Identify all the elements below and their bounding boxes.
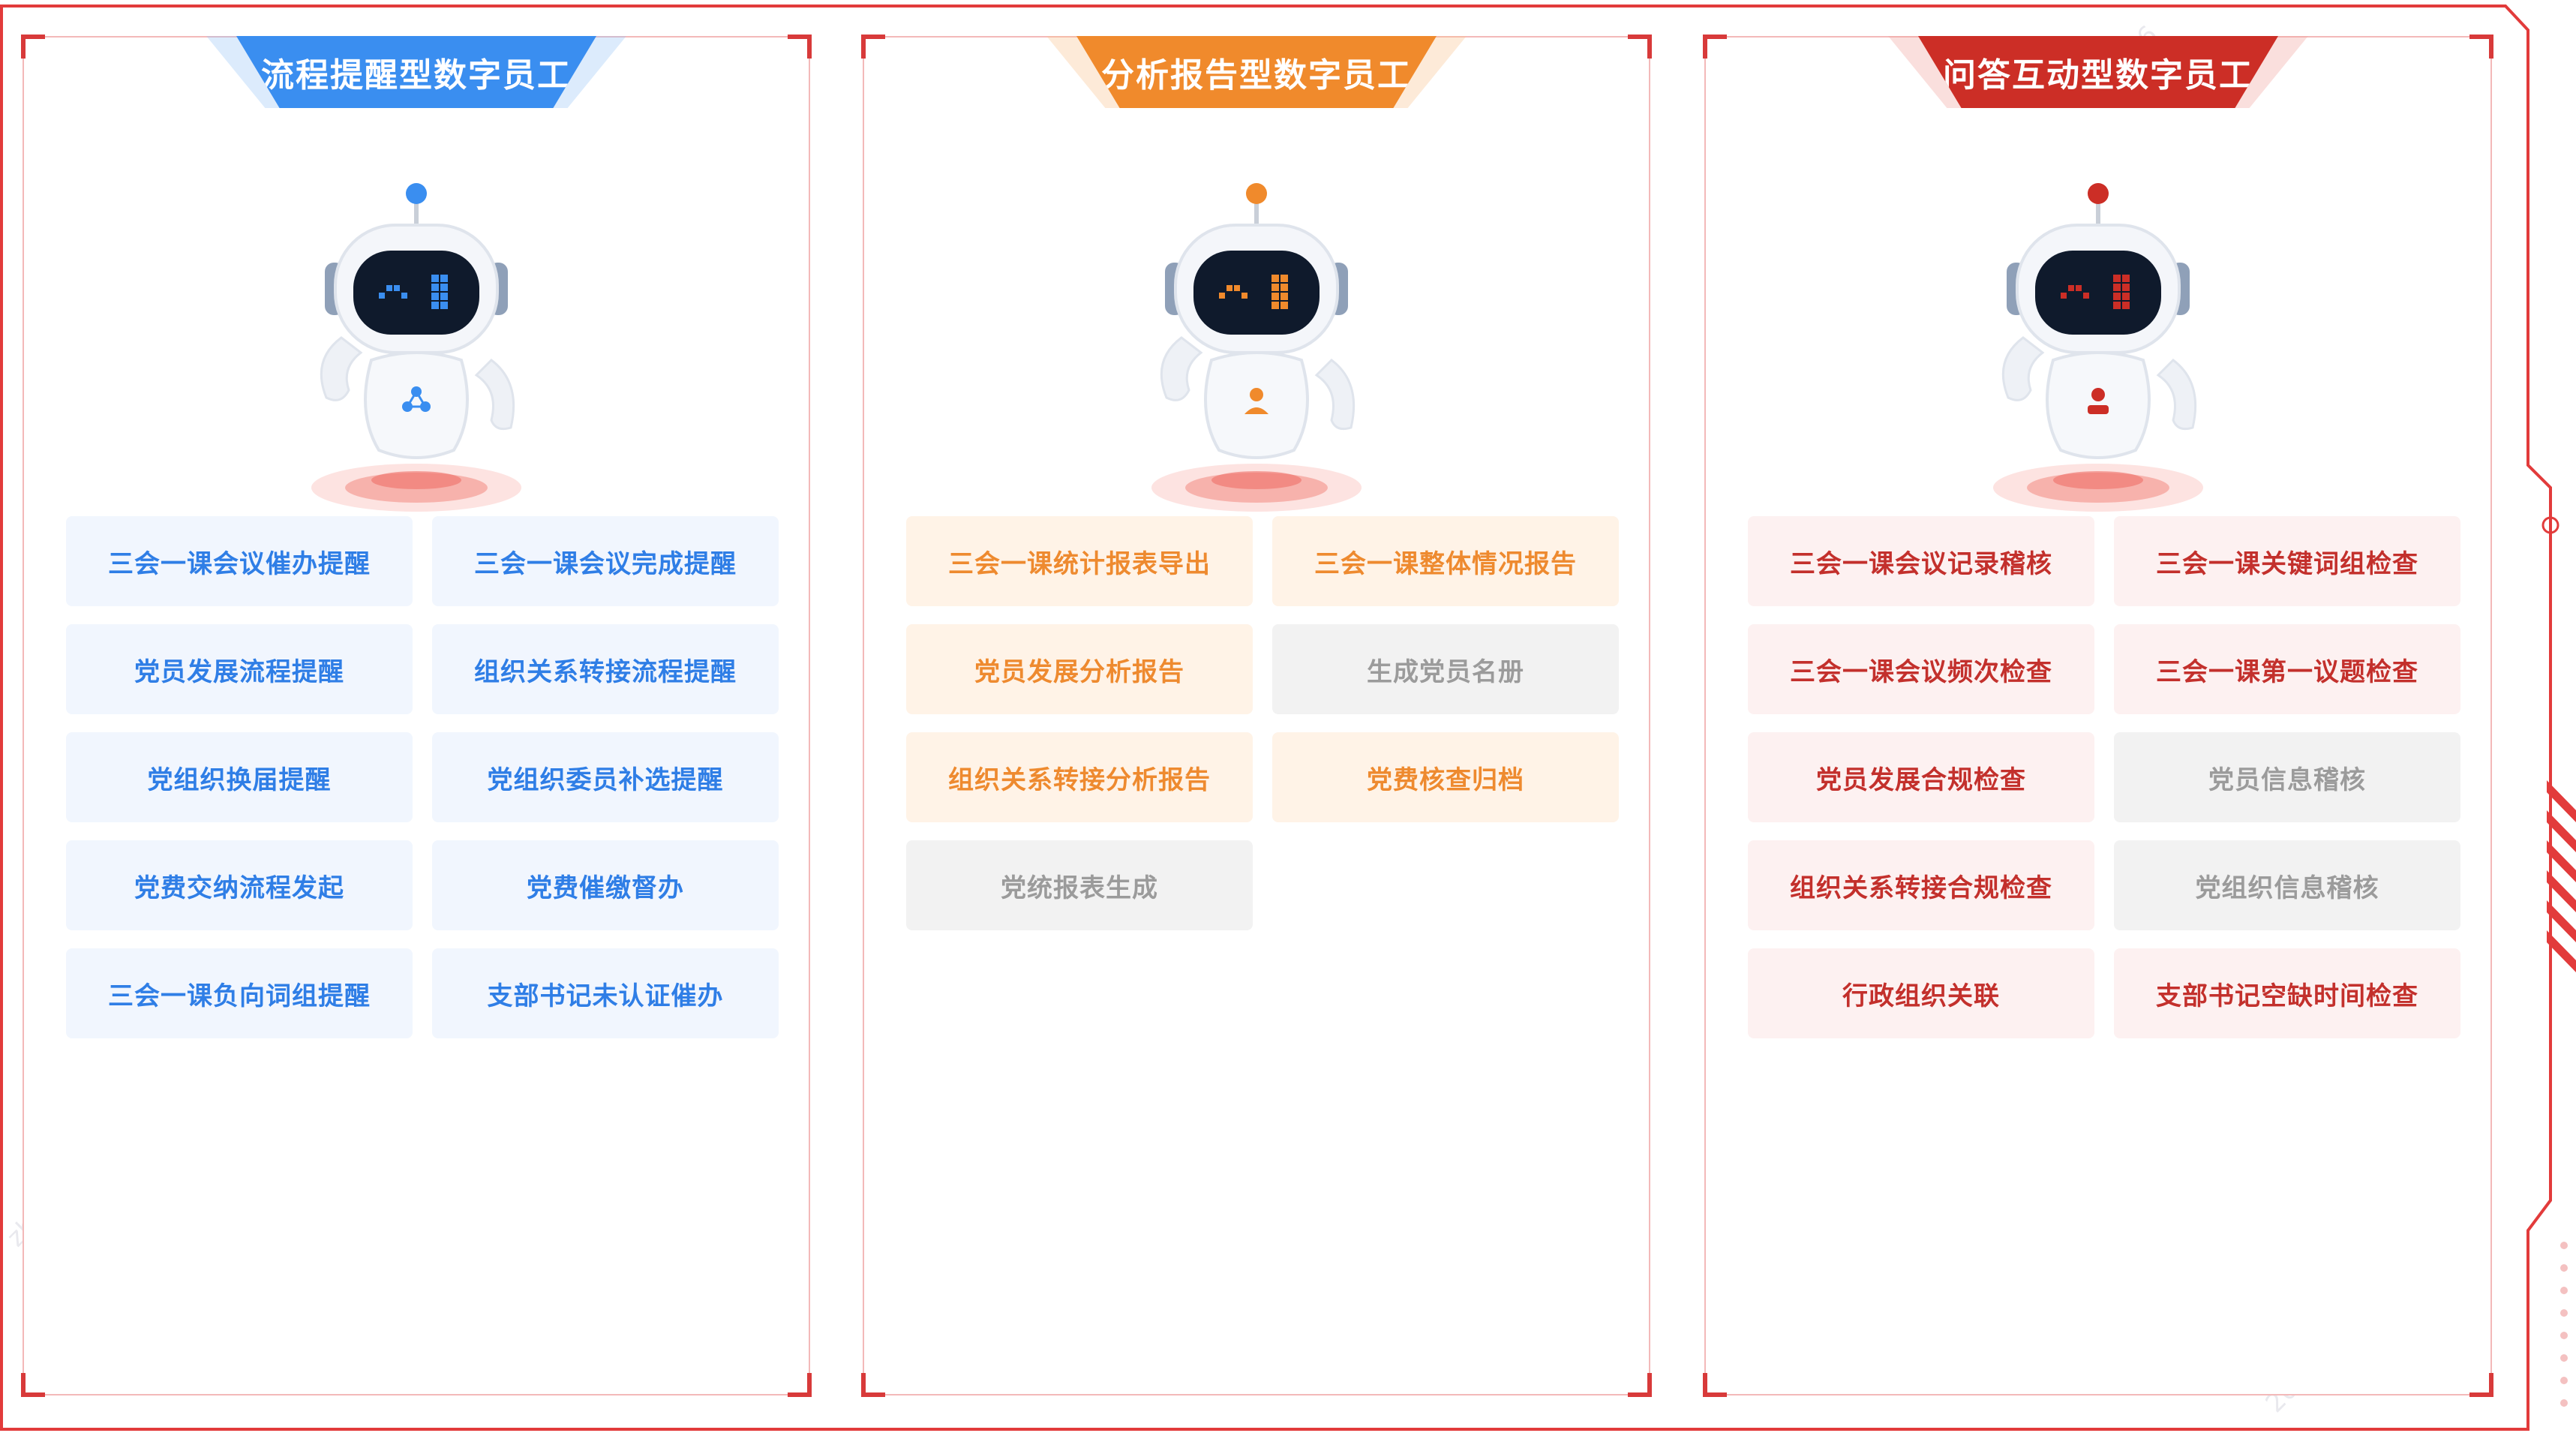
action-button[interactable]: 党员发展分析报告 (906, 624, 1253, 714)
action-button[interactable]: 党组织信息稽核 (2114, 840, 2460, 930)
action-grid: 三会一课会议催办提醒 三会一课会议完成提醒 党员发展流程提醒 组织关系转接流程提醒 党组… (66, 516, 779, 1038)
action-button[interactable]: 党组织委员补选提醒 (432, 732, 779, 822)
panel-title: 问答互动型数字员工 (1918, 36, 2278, 108)
action-button[interactable]: 支部书记空缺时间检查 (2114, 948, 2460, 1038)
panel-analysis-report: 分析报告型数字员工 三会一课统计报表导出 三会一课整体情况报告 党员发展分析报告 生成… (861, 35, 1652, 1397)
panel-process-reminder: 流程提醒型数字员工 三会一课会议催办提醒 三会一课会议完成提醒 党员发展流程提醒 组织… (21, 35, 812, 1397)
action-button[interactable]: 三会一课负向词组提醒 (66, 948, 413, 1038)
panel-title-ribbon: 问答互动型数字员工 (1888, 36, 2308, 108)
action-button[interactable]: 组织关系转接分析报告 (906, 732, 1253, 822)
action-button[interactable]: 三会一课整体情况报告 (1272, 516, 1619, 606)
action-button[interactable]: 组织关系转接流程提醒 (432, 624, 779, 714)
robot-illustration (1151, 183, 1362, 512)
action-button[interactable]: 党员发展流程提醒 (66, 624, 413, 714)
action-button[interactable]: 党费核查归档 (1272, 732, 1619, 822)
action-button[interactable]: 三会一课第一议题检查 (2114, 624, 2460, 714)
action-button[interactable]: 党员发展合规检查 (1748, 732, 2094, 822)
action-button[interactable]: 党组织换届提醒 (66, 732, 413, 822)
robot-illustration (1993, 183, 2203, 512)
action-button[interactable]: 组织关系转接合规检查 (1748, 840, 2094, 930)
action-button[interactable]: 党费交纳流程发起 (66, 840, 413, 930)
panel-title-ribbon: 流程提醒型数字员工 (206, 36, 626, 108)
action-button[interactable]: 行政组织关联 (1748, 948, 2094, 1038)
action-button[interactable]: 三会一课会议频次检查 (1748, 624, 2094, 714)
robot-illustration (311, 183, 521, 512)
panel-title: 流程提醒型数字员工 (236, 36, 596, 108)
panel-title: 分析报告型数字员工 (1076, 36, 1437, 108)
action-button[interactable]: 党统报表生成 (906, 840, 1253, 930)
action-grid: 三会一课统计报表导出 三会一课整体情况报告 党员发展分析报告 生成党员名册 组织关系转接… (906, 516, 1619, 930)
action-button[interactable]: 生成党员名册 (1272, 624, 1619, 714)
action-grid: 三会一课会议记录稽核 三会一课关键词组检查 三会一课会议频次检查 三会一课第一议题检查… (1748, 516, 2460, 1038)
action-button[interactable]: 三会一课会议记录稽核 (1748, 516, 2094, 606)
action-button[interactable]: 三会一课会议催办提醒 (66, 516, 413, 606)
panel-title-ribbon: 分析报告型数字员工 (1046, 36, 1467, 108)
action-button[interactable]: 三会一课会议完成提醒 (432, 516, 779, 606)
panel-qa-interaction: 问答互动型数字员工 三会一课会议记录稽核 三会一课关键词组检查 三会一课会议频次检查… (1703, 35, 2493, 1397)
action-button[interactable]: 支部书记未认证催办 (432, 948, 779, 1038)
action-button[interactable]: 三会一课关键词组检查 (2114, 516, 2460, 606)
action-button[interactable]: 三会一课统计报表导出 (906, 516, 1253, 606)
action-button[interactable]: 党员信息稽核 (2114, 732, 2460, 822)
action-button[interactable]: 党费催缴督办 (432, 840, 779, 930)
